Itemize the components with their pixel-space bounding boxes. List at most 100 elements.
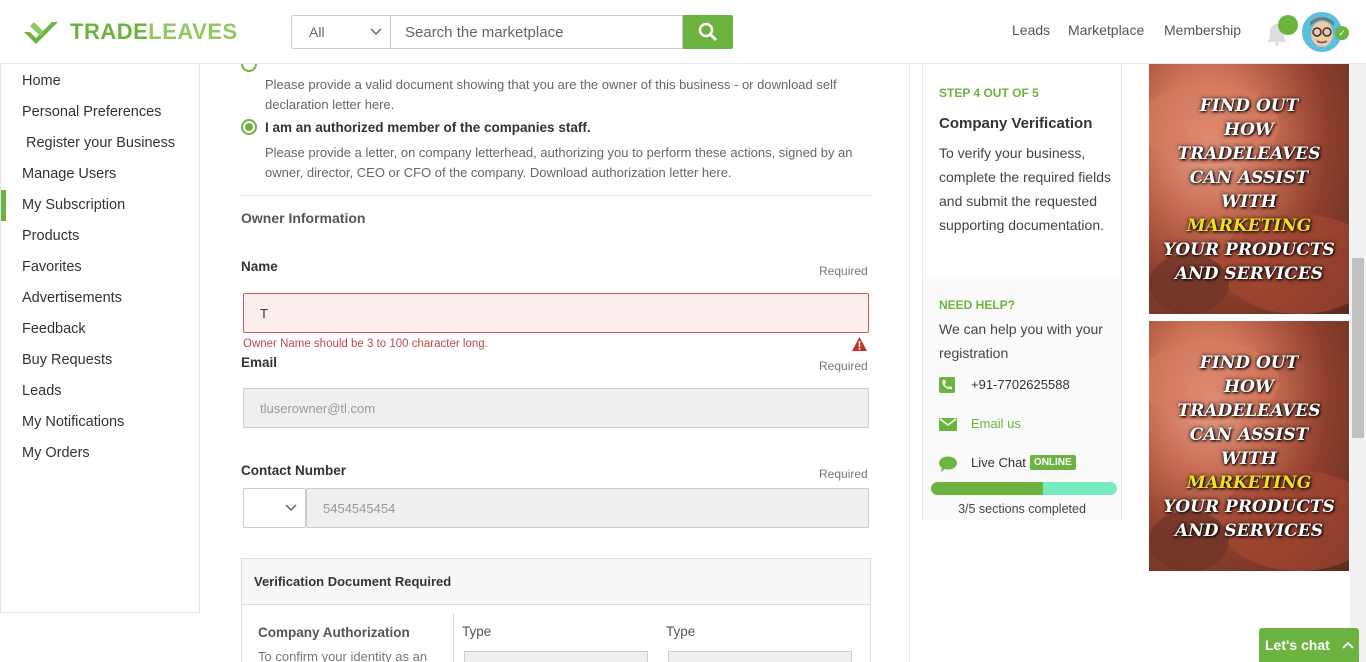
staff-doc-text: Please provide a letter, on company lett… <box>265 145 853 180</box>
step-counter: STEP 4 OUT OF 5 <box>939 86 1039 100</box>
sidebar-item-products[interactable]: Products <box>22 228 79 244</box>
ad-line: YOUR PRODUCTS <box>1163 240 1335 260</box>
type-select-2[interactable] <box>668 651 852 662</box>
email-required: Required <box>819 359 868 373</box>
name-required: Required <box>819 264 868 278</box>
ad-line: HOW <box>1224 120 1274 140</box>
verified-check-icon: ✓ <box>1335 26 1349 40</box>
verification-document-box: Verification Document Required Company A… <box>241 558 871 662</box>
nav-membership[interactable]: Membership <box>1164 22 1241 38</box>
ad-line: CAN ASSIST <box>1189 425 1309 445</box>
staff-option-label: I am an authorized member of the compani… <box>265 120 591 135</box>
nav-marketplace[interactable]: Marketplace <box>1068 22 1144 38</box>
sidebar-item-orders[interactable]: My Orders <box>22 445 90 461</box>
steps-panel: STEP 4 OUT OF 5 Company Verification To … <box>922 64 1122 520</box>
live-chat-link[interactable]: Live Chat ONLINE <box>971 455 1076 470</box>
chevron-up-icon <box>1342 641 1354 649</box>
search-button[interactable] <box>683 15 733 49</box>
sidebar-item-leads[interactable]: Leads <box>22 383 62 399</box>
type-label-1: Type <box>462 624 492 639</box>
nav-leads[interactable]: Leads <box>1012 22 1050 38</box>
lets-chat-button[interactable]: Let's chat <box>1259 628 1359 662</box>
ad-line: HOW <box>1224 377 1274 397</box>
contact-required: Required <box>819 467 868 481</box>
header: TRADELEAVES All Search the marketplace L… <box>0 0 1366 64</box>
ad-line: YOUR PRODUCTS <box>1163 497 1335 517</box>
divider <box>241 195 871 196</box>
company-auth-desc: To confirm your identity as an <box>258 649 428 662</box>
lets-chat-label: Let's chat <box>1265 637 1330 653</box>
notification-badge <box>1278 15 1298 35</box>
chevron-down-icon <box>370 28 382 36</box>
live-chat-label: Live Chat <box>971 455 1026 470</box>
country-code-select[interactable] <box>243 488 306 528</box>
sidebar-item-subscription[interactable]: My Subscription <box>22 197 125 213</box>
staff-radio[interactable] <box>241 119 257 135</box>
mail-icon <box>939 418 957 431</box>
sidebar: Home Personal Preferences Register your … <box>0 64 200 613</box>
phone-icon <box>939 377 955 393</box>
search-bar: All Search the marketplace <box>291 15 733 49</box>
name-field[interactable]: T <box>243 293 869 333</box>
contact-label: Contact Number <box>241 463 347 478</box>
company-auth-label: Company Authorization <box>258 625 410 640</box>
warning-icon <box>852 337 867 351</box>
ad-line: FIND OUT <box>1199 353 1299 373</box>
progress-bar <box>931 482 1117 495</box>
step-description: To verify your business, complete the re… <box>939 145 1111 233</box>
ad-highlight: MARKETING <box>1186 216 1312 236</box>
email-field[interactable]: tluserowner@tl.com <box>243 388 869 428</box>
ad-text: FIND OUT HOW TRADELEAVES CAN ASSIST WITH… <box>1149 94 1349 286</box>
type-select-1[interactable] <box>464 651 648 662</box>
logo[interactable]: TRADELEAVES <box>22 16 238 48</box>
ad-line: AND SERVICES <box>1174 264 1324 284</box>
sidebar-item-register-business[interactable]: Register your Business <box>26 135 175 151</box>
sidebar-item-manage-users[interactable]: Manage Users <box>22 166 116 182</box>
help-title: NEED HELP? <box>939 298 1016 312</box>
search-category-label: All <box>309 24 325 40</box>
verification-form: Please provide a valid document showing … <box>200 56 910 662</box>
ad-banner-2[interactable]: FIND OUT HOW TRADELEAVES CAN ASSIST WITH… <box>1149 321 1349 571</box>
section-title: Owner Information <box>241 210 366 226</box>
logo-text: TRADELEAVES <box>70 19 238 44</box>
sidebar-item-advertisements[interactable]: Advertisements <box>22 290 122 306</box>
ad-line: TRADELEAVES <box>1177 401 1321 421</box>
help-description: We can help you with your registration <box>939 321 1103 361</box>
step-info: STEP 4 OUT OF 5 Company Verification To … <box>923 64 1121 277</box>
phone-number[interactable]: +91-7702625588 <box>971 377 1070 392</box>
ad-line: FIND OUT <box>1199 96 1299 116</box>
sidebar-item-feedback[interactable]: Feedback <box>22 321 86 337</box>
progress-text: 3/5 sections completed <box>958 502 1086 516</box>
ad-banner-1[interactable]: FIND OUT HOW TRADELEAVES CAN ASSIST WITH… <box>1149 64 1349 314</box>
chat-bubble-icon <box>939 456 957 472</box>
name-label: Name <box>241 259 278 274</box>
sidebar-item-personal-preferences[interactable]: Personal Preferences <box>22 104 161 120</box>
search-icon <box>698 22 718 42</box>
search-input[interactable]: Search the marketplace <box>391 15 683 49</box>
progress-fill <box>931 482 1043 495</box>
name-error-message: Owner Name should be 3 to 100 character … <box>243 338 488 350</box>
sidebar-item-favorites[interactable]: Favorites <box>22 259 82 275</box>
ad-highlight: MARKETING <box>1186 473 1312 493</box>
type-label-2: Type <box>666 624 696 639</box>
owner-doc-text: Please provide a valid document showing … <box>265 77 837 112</box>
scrollbar-thumb[interactable] <box>1352 258 1364 438</box>
email-us-link[interactable]: Email us <box>971 416 1021 431</box>
contact-number-field[interactable]: 5454545454 <box>306 488 869 528</box>
sidebar-active-indicator <box>1 190 6 221</box>
ad-line: AND SERVICES <box>1174 521 1324 541</box>
ad-text: FIND OUT HOW TRADELEAVES CAN ASSIST WITH… <box>1149 351 1349 543</box>
ad-line: WITH <box>1221 449 1277 469</box>
online-badge: ONLINE <box>1029 455 1076 470</box>
sidebar-item-notifications[interactable]: My Notifications <box>22 414 124 430</box>
sidebar-item-home[interactable]: Home <box>22 73 61 89</box>
step-title: Company Verification <box>939 115 1093 132</box>
email-label: Email <box>241 355 278 370</box>
sidebar-item-buy-requests[interactable]: Buy Requests <box>22 352 112 368</box>
logo-leaf-icon <box>24 22 58 44</box>
doc-box-title: Verification Document Required <box>242 559 870 605</box>
chevron-down-icon <box>285 504 297 512</box>
ad-line: WITH <box>1221 192 1277 212</box>
help-section: NEED HELP? We can help you with your reg… <box>923 277 1121 520</box>
search-category-select[interactable]: All <box>291 15 391 49</box>
